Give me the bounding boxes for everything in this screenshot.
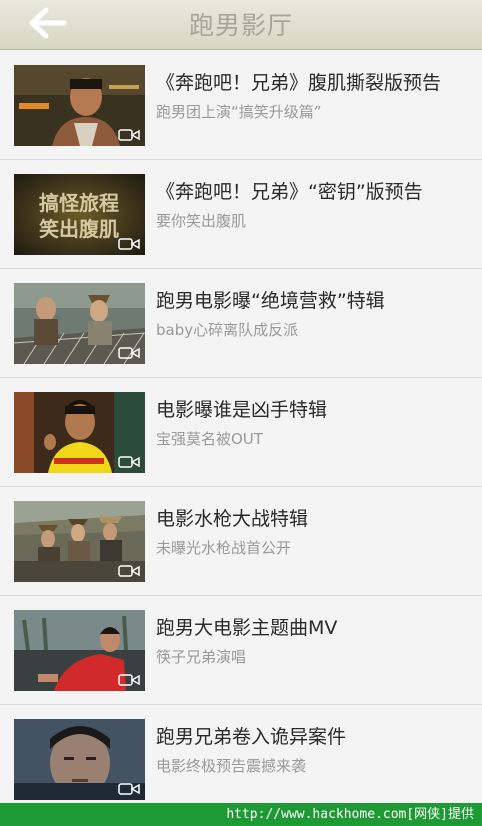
video-title: 《奔跑吧！兄弟》腹肌撕裂版预告 — [156, 72, 442, 94]
video-subtitle: 筷子兄弟演唱 — [156, 648, 247, 666]
video-list-item[interactable]: 搞怪旅程 笑出腹肌 《奔跑吧！兄弟》“密钥”版预告 要你笑出腹肌 — [0, 160, 482, 269]
video-title: 跑男电影曝“绝境营救”特辑 — [156, 290, 385, 312]
video-list-item[interactable]: 电影曝谁是凶手特辑 宝强莫名被OUT — [0, 378, 482, 487]
video-subtitle: baby心碎离队成反派 — [156, 321, 299, 339]
video-thumbnail — [14, 283, 145, 364]
page-title: 跑男影厅 — [188, 11, 293, 40]
video-subtitle: 要你笑出腹肌 — [156, 212, 247, 230]
video-camera-icon — [118, 783, 140, 795]
video-list-item[interactable]: 跑男电影曝“绝境营救”特辑 baby心碎离队成反派 — [0, 269, 482, 378]
video-list-item[interactable]: 跑男兄弟卷入诡异案件 电影终极预告震撼来袭 — [0, 705, 482, 814]
video-list-item[interactable]: 《奔跑吧！兄弟》腹肌撕裂版预告 跑男团上演“搞笑升级篇” — [0, 51, 482, 160]
thumbnail-caption: 笑出腹肌 — [39, 217, 119, 241]
video-list-item[interactable]: 电影水枪大战特辑 未曝光水枪战首公开 — [0, 487, 482, 596]
video-subtitle: 跑男团上演“搞笑升级篇” — [156, 103, 322, 121]
video-title: 跑男兄弟卷入诡异案件 — [156, 726, 347, 748]
video-list-item[interactable]: 跑男大电影主题曲MV 筷子兄弟演唱 — [0, 596, 482, 705]
video-camera-icon — [118, 347, 140, 359]
video-title: 电影水枪大战特辑 — [156, 508, 309, 530]
video-subtitle: 宝强莫名被OUT — [156, 430, 263, 448]
video-thumbnail — [14, 65, 145, 146]
video-thumbnail — [14, 392, 145, 473]
video-camera-icon — [118, 238, 140, 250]
video-thumbnail — [14, 610, 145, 691]
video-camera-icon — [118, 674, 140, 686]
header-bar: 跑男影厅 — [0, 0, 482, 50]
video-title: 跑男大电影主题曲MV — [156, 617, 338, 639]
watermark-banner: http://www.hackhome.com[网侠]提供 — [0, 803, 482, 826]
video-thumbnail — [14, 719, 145, 800]
video-list: 《奔跑吧！兄弟》腹肌撕裂版预告 跑男团上演“搞笑升级篇” 搞怪旅程 笑出腹肌 《… — [0, 51, 482, 814]
video-title: 电影曝谁是凶手特辑 — [156, 399, 328, 421]
video-thumbnail: 搞怪旅程 笑出腹肌 — [14, 174, 145, 255]
video-camera-icon — [118, 456, 140, 468]
video-camera-icon — [118, 565, 140, 577]
video-camera-icon — [118, 129, 140, 141]
video-thumbnail — [14, 501, 145, 582]
thumbnail-caption: 搞怪旅程 — [39, 191, 119, 215]
video-subtitle: 未曝光水枪战首公开 — [156, 539, 292, 557]
video-title: 《奔跑吧！兄弟》“密钥”版预告 — [156, 181, 423, 203]
video-subtitle: 电影终极预告震撼来袭 — [156, 757, 307, 775]
